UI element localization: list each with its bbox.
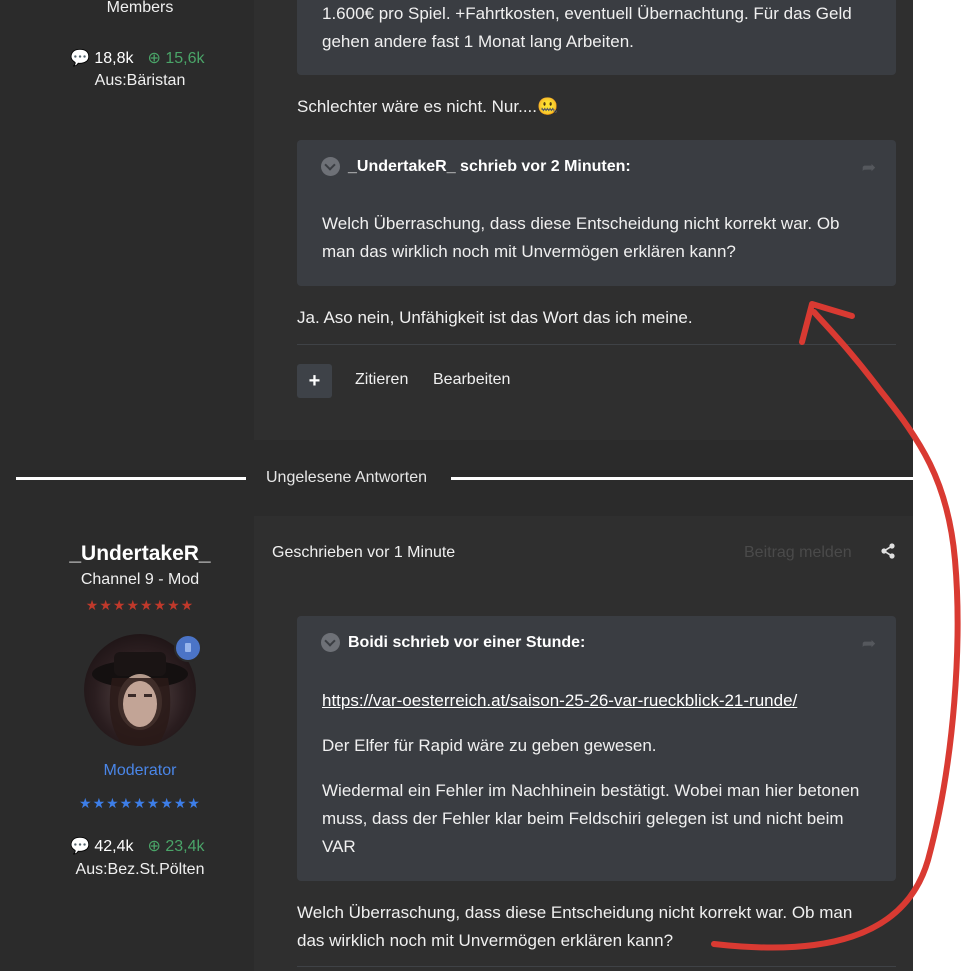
annotation-arrow [711, 301, 961, 951]
